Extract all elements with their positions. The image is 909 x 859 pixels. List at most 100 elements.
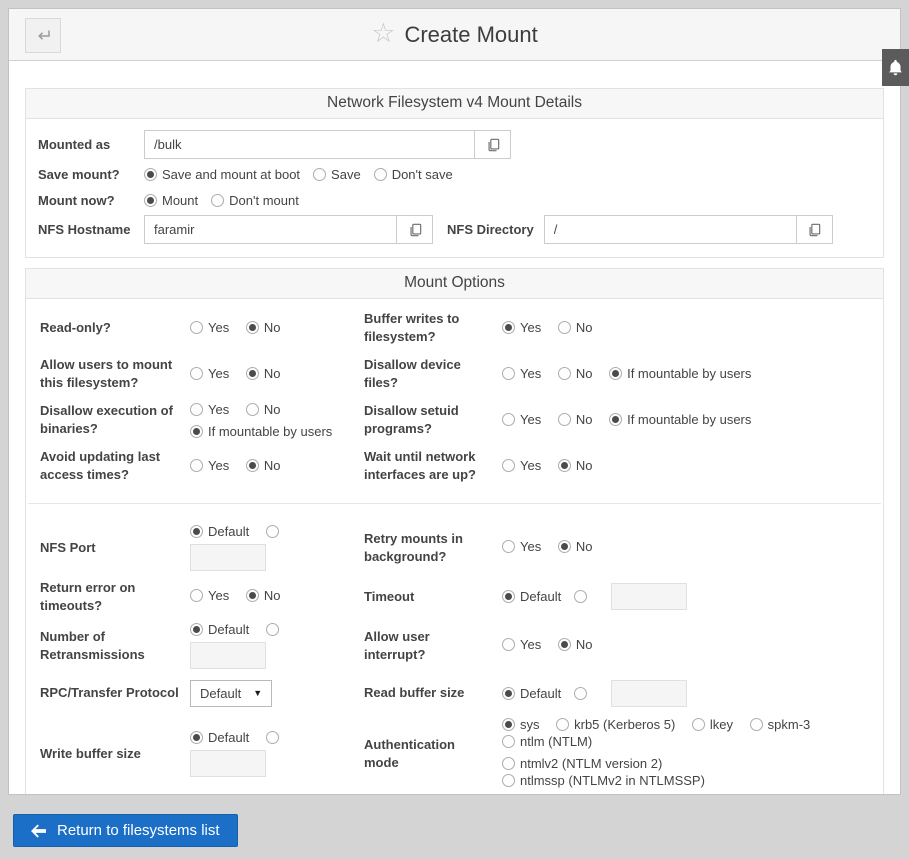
mounted-as-label: Mounted as bbox=[38, 137, 144, 152]
radio-allow-users-no[interactable]: No bbox=[246, 366, 281, 381]
read-buffer-input[interactable] bbox=[611, 680, 687, 707]
radio-auth-ntlmssp[interactable]: ntlmssp (NTLMv2 in NTLMSSP) bbox=[502, 773, 705, 788]
radio-nfs-port-custom[interactable] bbox=[266, 525, 284, 538]
radio-avoid-atime-no[interactable]: No bbox=[246, 458, 281, 473]
radio-write-buffer-custom[interactable] bbox=[266, 731, 284, 744]
notifications-bell-button[interactable] bbox=[882, 49, 909, 86]
favorite-star-icon[interactable]: ☆ bbox=[371, 20, 395, 47]
radio-disallow-exec-no[interactable]: No bbox=[246, 402, 281, 417]
radio-dont-save[interactable]: Don't save bbox=[374, 167, 453, 182]
radio-icon bbox=[190, 367, 203, 380]
options-row-7: Number of Retransmissions Default Allow … bbox=[28, 618, 881, 673]
nfs-directory-input[interactable] bbox=[544, 215, 796, 244]
nfs-hostname-label: NFS Hostname bbox=[38, 222, 144, 237]
nfs-port-label: NFS Port bbox=[38, 535, 190, 561]
radio-auth-ntmlv2[interactable]: ntmlv2 (NTLM version 2) bbox=[502, 756, 662, 771]
radio-wait-network-yes[interactable]: Yes bbox=[502, 458, 541, 473]
radio-timeout-default[interactable]: Default bbox=[502, 589, 561, 604]
radio-auth-spkm3[interactable]: spkm-3 bbox=[750, 717, 811, 732]
row-nfs-host-dir: NFS Hostname NFS Directory bbox=[38, 215, 871, 244]
radio-avoid-atime-yes[interactable]: Yes bbox=[190, 458, 229, 473]
radio-buffer-writes-yes[interactable]: Yes bbox=[502, 320, 541, 335]
radio-disallow-device-if-mountable[interactable]: If mountable by users bbox=[609, 366, 751, 381]
section-mount-options: Mount Options Read-only? Yes No Buffer w… bbox=[25, 268, 884, 795]
radio-icon bbox=[246, 459, 259, 472]
radio-return-error-no[interactable]: No bbox=[246, 588, 281, 603]
mounted-as-input[interactable] bbox=[144, 130, 474, 159]
radio-mount[interactable]: Mount bbox=[144, 193, 198, 208]
row-mounted-as: Mounted as bbox=[38, 130, 871, 159]
disallow-device-label: Disallow device files? bbox=[362, 352, 502, 395]
radio-retrans-default[interactable]: Default bbox=[190, 622, 249, 637]
radio-save[interactable]: Save bbox=[313, 167, 361, 182]
radio-icon bbox=[574, 687, 587, 700]
retrans-input[interactable] bbox=[190, 642, 266, 669]
radio-disallow-device-no[interactable]: No bbox=[558, 366, 593, 381]
radio-icon bbox=[190, 623, 203, 636]
radio-disallow-setuid-yes[interactable]: Yes bbox=[502, 412, 541, 427]
radio-icon bbox=[558, 638, 571, 651]
radio-save-and-mount-at-boot[interactable]: Save and mount at boot bbox=[144, 167, 300, 182]
radio-icon bbox=[502, 757, 515, 770]
mounted-as-chooser-button[interactable] bbox=[474, 130, 511, 159]
radio-write-buffer-default[interactable]: Default bbox=[190, 730, 249, 745]
retry-bg-label: Retry mounts in background? bbox=[362, 526, 502, 569]
radio-wait-network-no[interactable]: No bbox=[558, 458, 593, 473]
radio-return-error-yes[interactable]: Yes bbox=[190, 588, 229, 603]
radio-icon bbox=[502, 321, 515, 334]
retrans-label: Number of Retransmissions bbox=[38, 624, 190, 667]
radio-auth-sys[interactable]: sys bbox=[502, 717, 540, 732]
radio-icon bbox=[574, 590, 587, 603]
radio-disallow-setuid-if-mountable[interactable]: If mountable by users bbox=[609, 412, 751, 427]
radio-auth-ntlm[interactable]: ntlm (NTLM) bbox=[502, 734, 592, 749]
radio-user-interrupt-yes[interactable]: Yes bbox=[502, 637, 541, 652]
radio-read-buffer-custom[interactable] bbox=[574, 687, 592, 700]
radio-read-buffer-default[interactable]: Default bbox=[502, 686, 561, 701]
radio-read-only-no[interactable]: No bbox=[246, 320, 281, 335]
radio-disallow-setuid-no[interactable]: No bbox=[558, 412, 593, 427]
radio-retry-bg-no[interactable]: No bbox=[558, 539, 593, 554]
write-buffer-input[interactable] bbox=[190, 750, 266, 777]
radio-icon bbox=[502, 687, 515, 700]
buffer-writes-label: Buffer writes to filesystem? bbox=[362, 306, 502, 349]
nfs-hostname-chooser-button[interactable] bbox=[396, 215, 433, 244]
disallow-setuid-label: Disallow setuid programs? bbox=[362, 398, 502, 441]
radio-icon bbox=[190, 589, 203, 602]
section-mount-options-title: Mount Options bbox=[26, 269, 883, 299]
return-to-filesystems-button[interactable]: Return to filesystems list bbox=[13, 814, 238, 847]
radio-buffer-writes-no[interactable]: No bbox=[558, 320, 593, 335]
radio-icon bbox=[502, 638, 515, 651]
radio-icon bbox=[266, 623, 279, 636]
radio-icon bbox=[144, 168, 157, 181]
radio-icon bbox=[558, 413, 571, 426]
radio-disallow-device-yes[interactable]: Yes bbox=[502, 366, 541, 381]
radio-icon bbox=[266, 731, 279, 744]
radio-auth-lkey[interactable]: lkey bbox=[692, 717, 733, 732]
radio-disallow-exec-if-mountable[interactable]: If mountable by users bbox=[190, 424, 332, 439]
row-save-mount: Save mount? Save and mount at boot Save … bbox=[38, 163, 871, 185]
radio-nfs-port-default[interactable]: Default bbox=[190, 524, 249, 539]
radio-read-only-yes[interactable]: Yes bbox=[190, 320, 229, 335]
nfs-directory-chooser-button[interactable] bbox=[796, 215, 833, 244]
radio-dont-mount[interactable]: Don't mount bbox=[211, 193, 299, 208]
timeout-input[interactable] bbox=[611, 583, 687, 610]
radio-auth-krb5[interactable]: krb5 (Kerberos 5) bbox=[556, 717, 675, 732]
radio-icon bbox=[144, 194, 157, 207]
radio-timeout-custom[interactable] bbox=[574, 590, 592, 603]
radio-icon bbox=[750, 718, 763, 731]
nfs-directory-label: NFS Directory bbox=[447, 222, 534, 237]
radio-disallow-exec-yes[interactable]: Yes bbox=[190, 402, 229, 417]
radio-allow-users-yes[interactable]: Yes bbox=[190, 366, 229, 381]
nfs-port-input[interactable] bbox=[190, 544, 266, 571]
radio-retry-bg-yes[interactable]: Yes bbox=[502, 539, 541, 554]
radio-icon bbox=[558, 540, 571, 553]
radio-retrans-custom[interactable] bbox=[266, 623, 284, 636]
options-row-9: Write buffer size Default Authentication… bbox=[28, 713, 881, 794]
nfs-hostname-input[interactable] bbox=[144, 215, 396, 244]
radio-icon bbox=[502, 367, 515, 380]
rpc-protocol-select[interactable]: Default ▼ bbox=[190, 680, 272, 707]
radio-icon bbox=[558, 321, 571, 334]
allow-users-label: Allow users to mount this filesystem? bbox=[38, 352, 190, 395]
wait-network-label: Wait until network interfaces are up? bbox=[362, 444, 502, 487]
radio-user-interrupt-no[interactable]: No bbox=[558, 637, 593, 652]
